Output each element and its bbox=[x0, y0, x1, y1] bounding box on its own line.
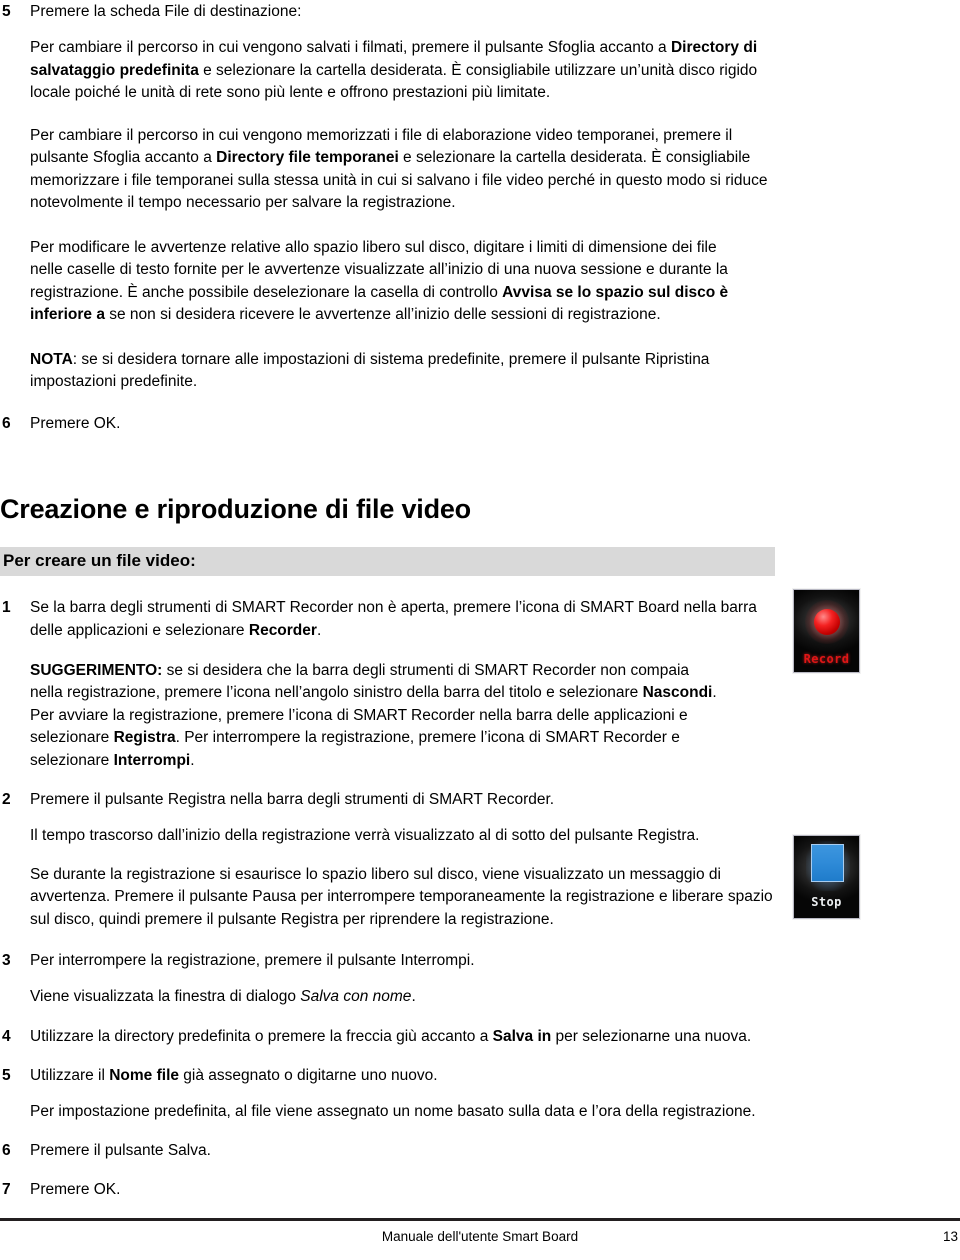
page-footer: Manuale dell'utente Smart Board 13 bbox=[0, 1218, 960, 1260]
para-lead: Per cambiare il percorso in cui vengono … bbox=[30, 39, 671, 56]
step-tail: . bbox=[316, 621, 322, 639]
page-content: 5 Premere la scheda File di destinazione… bbox=[0, 0, 790, 1201]
footer-page-number: 13 bbox=[942, 1229, 958, 1244]
list-item: 6 Premere OK. bbox=[0, 412, 790, 435]
section-heading: Creazione e riproduzione di file video bbox=[0, 493, 471, 524]
paragraph-temp-directory: Per cambiare il percorso in cui vengono … bbox=[30, 125, 775, 215]
tip-bold-stop: Interrompi bbox=[113, 751, 191, 769]
step-number: 1 bbox=[2, 598, 11, 616]
list-item: 2 Premere il pulsante Registra nella bar… bbox=[0, 788, 790, 811]
step-bold-term: Recorder bbox=[248, 621, 317, 639]
step-bold-term: Nome file bbox=[109, 1066, 179, 1084]
stop-square-icon bbox=[811, 844, 844, 882]
footer-title: Manuale dell'utente Smart Board bbox=[381, 1229, 579, 1244]
step-text: Utilizzare il Nome file già assegnato o … bbox=[30, 1064, 790, 1087]
step-number: 2 bbox=[2, 791, 11, 808]
step-number: 5 bbox=[2, 3, 11, 20]
record-led-icon bbox=[814, 609, 840, 635]
document-page: 5 Premere la scheda File di destinazione… bbox=[0, 0, 960, 1260]
paragraph-default-filename: Per impostazione predefinita, al file vi… bbox=[30, 1102, 756, 1120]
step-text: Premere il pulsante Registra nella barra… bbox=[30, 791, 555, 808]
step-number: 7 bbox=[2, 1181, 11, 1198]
list-item: 5 Utilizzare il Nome file già assegnato … bbox=[0, 1064, 790, 1087]
para-bold-term: Directory file temporanei bbox=[216, 149, 399, 166]
para-tail: se non si desidera ricevere le avvertenz… bbox=[104, 306, 661, 323]
paragraph-disk-warnings: Per modificare le avvertenze relative al… bbox=[30, 237, 730, 327]
step-number: 4 bbox=[2, 1027, 11, 1045]
tip-bold-record: Registra bbox=[113, 729, 176, 746]
list-item: 1 Se la barra degli strumenti di SMART R… bbox=[0, 596, 790, 642]
step-text: Utilizzare la directory predefinita o pr… bbox=[30, 1025, 790, 1048]
step-number: 6 bbox=[2, 414, 11, 432]
paragraph-save-directory: Per cambiare il percorso in cui vengono … bbox=[30, 37, 775, 105]
step-text: Per interrompere la registrazione, preme… bbox=[30, 952, 475, 969]
tip-bold-hide: Nascondi bbox=[642, 684, 713, 701]
step-lead: Utilizzare la directory predefinita o pr… bbox=[30, 1027, 493, 1045]
list-item: 6 Premere il pulsante Salva. bbox=[0, 1139, 790, 1162]
paragraph-save-dialog: Viene visualizzata la finestra di dialog… bbox=[30, 986, 775, 1009]
paragraph-elapsed-time: Il tempo trascorso dall’inizio della reg… bbox=[30, 827, 700, 844]
record-button-icon: Record bbox=[793, 589, 860, 673]
dialog-name: Salva con nome bbox=[300, 988, 412, 1005]
stop-icon-label: Stop bbox=[811, 895, 842, 909]
stop-button-icon: Stop bbox=[793, 835, 860, 919]
subsection-header-bar: Per creare un file video: bbox=[0, 546, 775, 576]
step-bold-term: Salva in bbox=[492, 1027, 552, 1045]
note-text: : se si desidera tornare alle impostazio… bbox=[30, 350, 710, 391]
step-text: Se la barra degli strumenti di SMART Rec… bbox=[30, 596, 790, 642]
paragraph-disk-full: Se durante la registrazione si esaurisce… bbox=[30, 865, 773, 928]
record-icon-label: Record bbox=[803, 652, 850, 666]
step-text: Premere OK. bbox=[30, 1181, 121, 1198]
list-item: 3 Per interrompere la registrazione, pre… bbox=[0, 949, 790, 972]
step-text: Premere OK. bbox=[30, 414, 121, 432]
step-tail: per selezionarne una nuova. bbox=[551, 1027, 752, 1045]
step-text: Premere il pulsante Salva. bbox=[30, 1142, 211, 1159]
step-lead: Utilizzare il bbox=[30, 1066, 110, 1084]
step-tail: già assegnato o digitarne uno nuovo. bbox=[179, 1066, 438, 1084]
step-number: 3 bbox=[2, 952, 11, 969]
tip-label: SUGGERIMENTO: bbox=[30, 661, 163, 679]
subsection-header-label: Per creare un file video: bbox=[3, 551, 196, 570]
paragraph-tip: SUGGERIMENTO: se si desidera che la barr… bbox=[30, 660, 720, 773]
list-item: 7 Premere OK. bbox=[0, 1178, 790, 1201]
tip-seg-4: . bbox=[190, 751, 195, 769]
paragraph-note: NOTA: se si desidera tornare alle impost… bbox=[30, 349, 720, 394]
list-item: 4 Utilizzare la directory predefinita o … bbox=[0, 1025, 790, 1048]
list-item: 5 Premere la scheda File di destinazione… bbox=[0, 0, 790, 23]
para-tail: . bbox=[411, 988, 416, 1005]
step-number: 6 bbox=[2, 1142, 11, 1159]
note-label: NOTA bbox=[30, 350, 73, 368]
step-lead: Se la barra degli strumenti di SMART Rec… bbox=[30, 598, 757, 639]
step-text: Premere la scheda File di destinazione: bbox=[30, 3, 302, 20]
para-lead: Viene visualizzata la finestra di dialog… bbox=[30, 988, 301, 1005]
step-number: 5 bbox=[2, 1066, 11, 1084]
footer-divider bbox=[0, 1218, 960, 1221]
